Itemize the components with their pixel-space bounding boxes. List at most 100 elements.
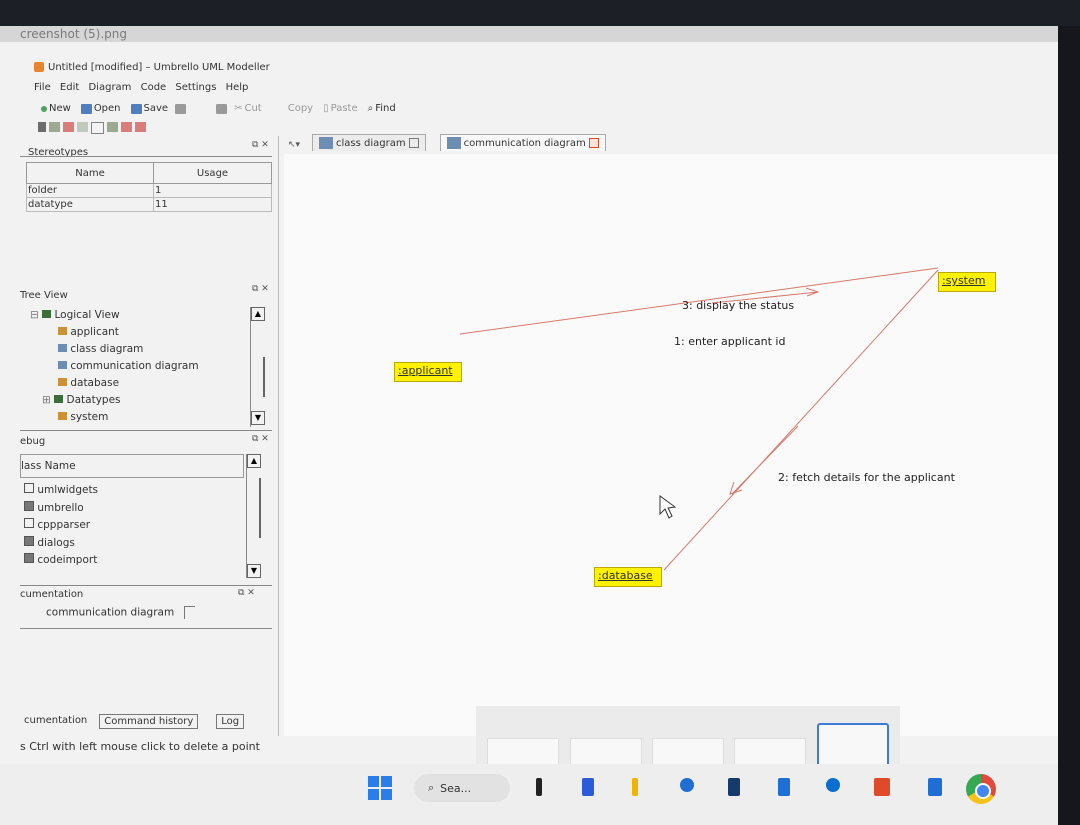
menu-settings[interactable]: Settings [175, 82, 216, 93]
list-item-label: umlwidgets [37, 484, 99, 496]
taskbar-app-icon[interactable] [582, 778, 594, 796]
tree-item-label: Datatypes [66, 394, 121, 406]
scroll-down-icon[interactable]: ▼ [247, 564, 261, 578]
object-system[interactable]: :system [938, 272, 996, 292]
debug-class-name-header[interactable]: lass Name [20, 454, 244, 478]
undo-icon[interactable] [216, 103, 228, 114]
menu-file[interactable]: File [34, 82, 51, 93]
print-icon[interactable] [175, 103, 187, 114]
select-arrow-icon[interactable] [38, 122, 46, 132]
menu-help[interactable]: Help [226, 82, 249, 93]
stereotypes-header-usage[interactable]: Usage [153, 162, 272, 184]
list-item[interactable]: umlwidgets [24, 482, 98, 500]
tab-command-history[interactable]: Command history [99, 714, 199, 729]
table-row[interactable]: datatype 11 [26, 197, 272, 212]
debug-dock-float-close-icon[interactable]: ⧉ ✕ [252, 434, 269, 444]
taskbar-app-icon[interactable] [778, 778, 790, 796]
box-tool-icon[interactable] [91, 122, 104, 134]
find-button[interactable]: ⌕ Find [365, 102, 399, 115]
taskbar-app-icon[interactable] [728, 778, 740, 796]
checkbox[interactable] [24, 483, 34, 493]
expand-icon[interactable]: ⊞ [42, 394, 51, 406]
distribute-tool-icon[interactable] [135, 122, 146, 132]
object-icon [58, 378, 67, 386]
list-item[interactable]: codeimport [24, 552, 98, 570]
list-item[interactable]: umbrello [24, 500, 98, 518]
debug-class-list: umlwidgets umbrello cppparser dialogs co… [24, 482, 98, 570]
line-tool-icon[interactable] [77, 122, 88, 132]
taskbar-app-icon[interactable] [536, 778, 542, 796]
taskbar-app-icon[interactable] [632, 778, 638, 796]
scroll-thumb[interactable] [251, 357, 265, 397]
scroll-thumb[interactable] [247, 478, 261, 538]
menu-code[interactable]: Code [141, 82, 167, 93]
list-item[interactable]: dialogs [24, 535, 98, 553]
scroll-up-icon[interactable]: ▲ [247, 454, 261, 468]
tree-view-scrollbar[interactable]: ▲ ▼ [250, 307, 265, 427]
tab-communication-diagram[interactable]: communication diagram [439, 134, 606, 151]
tab-log[interactable]: Log [216, 714, 245, 729]
paste-button[interactable]: ▯ Paste [320, 102, 361, 115]
panel-splitter[interactable] [278, 136, 279, 736]
menu-diagram[interactable]: Diagram [88, 82, 131, 93]
table-row[interactable]: folder 1 [26, 183, 272, 198]
taskbar-app-icon[interactable] [928, 778, 942, 796]
text-tool-icon[interactable] [107, 122, 118, 132]
open-button[interactable]: Open [78, 102, 124, 115]
object-tool-icon[interactable] [63, 122, 74, 132]
documentation-field[interactable] [183, 606, 195, 619]
chrome-icon[interactable] [966, 774, 996, 804]
diagram-tab-bar: class diagram communication diagram [312, 134, 606, 151]
message-display-status[interactable]: 3: display the status [682, 299, 794, 312]
save-button[interactable]: Save [128, 102, 172, 115]
taskbar-app-icon[interactable] [826, 778, 840, 792]
tree-item-datatypes[interactable]: ⊞ Datatypes [30, 392, 199, 409]
close-tab-icon[interactable] [588, 138, 599, 148]
menu-edit[interactable]: Edit [60, 82, 79, 93]
taskbar-search-box[interactable]: ⌕ Sea... [414, 774, 510, 802]
cut-button[interactable]: ✂ Cut [231, 102, 265, 115]
tree-item-database[interactable]: database [30, 375, 199, 392]
checkbox-checked[interactable] [24, 553, 34, 563]
stereotypes-dock-float-close-icon[interactable]: ⧉ ✕ [252, 140, 269, 150]
tab-documentation[interactable]: cumentation [20, 714, 91, 729]
new-button[interactable]: New [38, 102, 74, 115]
tree-item-system[interactable]: system [30, 409, 199, 426]
communication-diagram-icon [446, 137, 461, 149]
copy-button[interactable]: Copy [285, 102, 316, 115]
taskbar-search-text: Sea... [440, 781, 472, 795]
taskbar-app-icon[interactable] [874, 778, 890, 796]
diagram-canvas[interactable]: :applicant :system :database 3: display … [284, 154, 1058, 736]
tree-view-dock-float-close-icon[interactable]: ⧉ ✕ [252, 284, 269, 294]
debug-scrollbar[interactable]: ▲ ▼ [246, 454, 261, 578]
checkbox-checked[interactable] [24, 500, 34, 511]
tree-item-logical-view[interactable]: ⊟ Logical View [30, 307, 199, 324]
message-fetch-details[interactable]: 2: fetch details for the applicant [778, 471, 955, 484]
canvas-nav-icon[interactable]: ↖▾ [288, 140, 300, 150]
tree-item-communication-diagram[interactable]: communication diagram [30, 358, 199, 375]
class-tool-icon[interactable] [49, 122, 60, 132]
tree-item-class-diagram[interactable]: class diagram [30, 341, 199, 358]
scroll-up-icon[interactable]: ▲ [251, 307, 265, 321]
status-bar-text: s Ctrl with left mouse click to delete a… [20, 740, 260, 753]
align-tool-icon[interactable] [121, 122, 132, 132]
list-item[interactable]: cppparser [24, 517, 98, 535]
tree-item-applicant[interactable]: applicant [30, 324, 199, 341]
collapse-icon[interactable]: ⊟ [30, 309, 39, 321]
object-applicant[interactable]: :applicant [394, 362, 462, 382]
message-enter-applicant-id[interactable]: 1: enter applicant id [674, 335, 785, 348]
taskbar-app-icon[interactable] [680, 778, 694, 792]
screen-top-bar [0, 0, 1080, 26]
object-database[interactable]: :database [594, 567, 662, 587]
documentation-diagram-text: communication diagram [46, 606, 175, 619]
save-button-label: Save [143, 103, 169, 114]
close-tab-icon[interactable] [408, 138, 419, 148]
scroll-down-icon[interactable]: ▼ [251, 411, 265, 425]
find-button-label: Find [375, 103, 396, 114]
start-windows-icon[interactable] [368, 776, 392, 800]
documentation-dock-float-close-icon[interactable]: ⧉ ✕ [238, 588, 255, 598]
tab-class-diagram[interactable]: class diagram [312, 134, 426, 151]
checkbox-checked[interactable] [24, 535, 34, 546]
checkbox[interactable] [24, 518, 34, 528]
stereotypes-header-name[interactable]: Name [26, 162, 154, 184]
